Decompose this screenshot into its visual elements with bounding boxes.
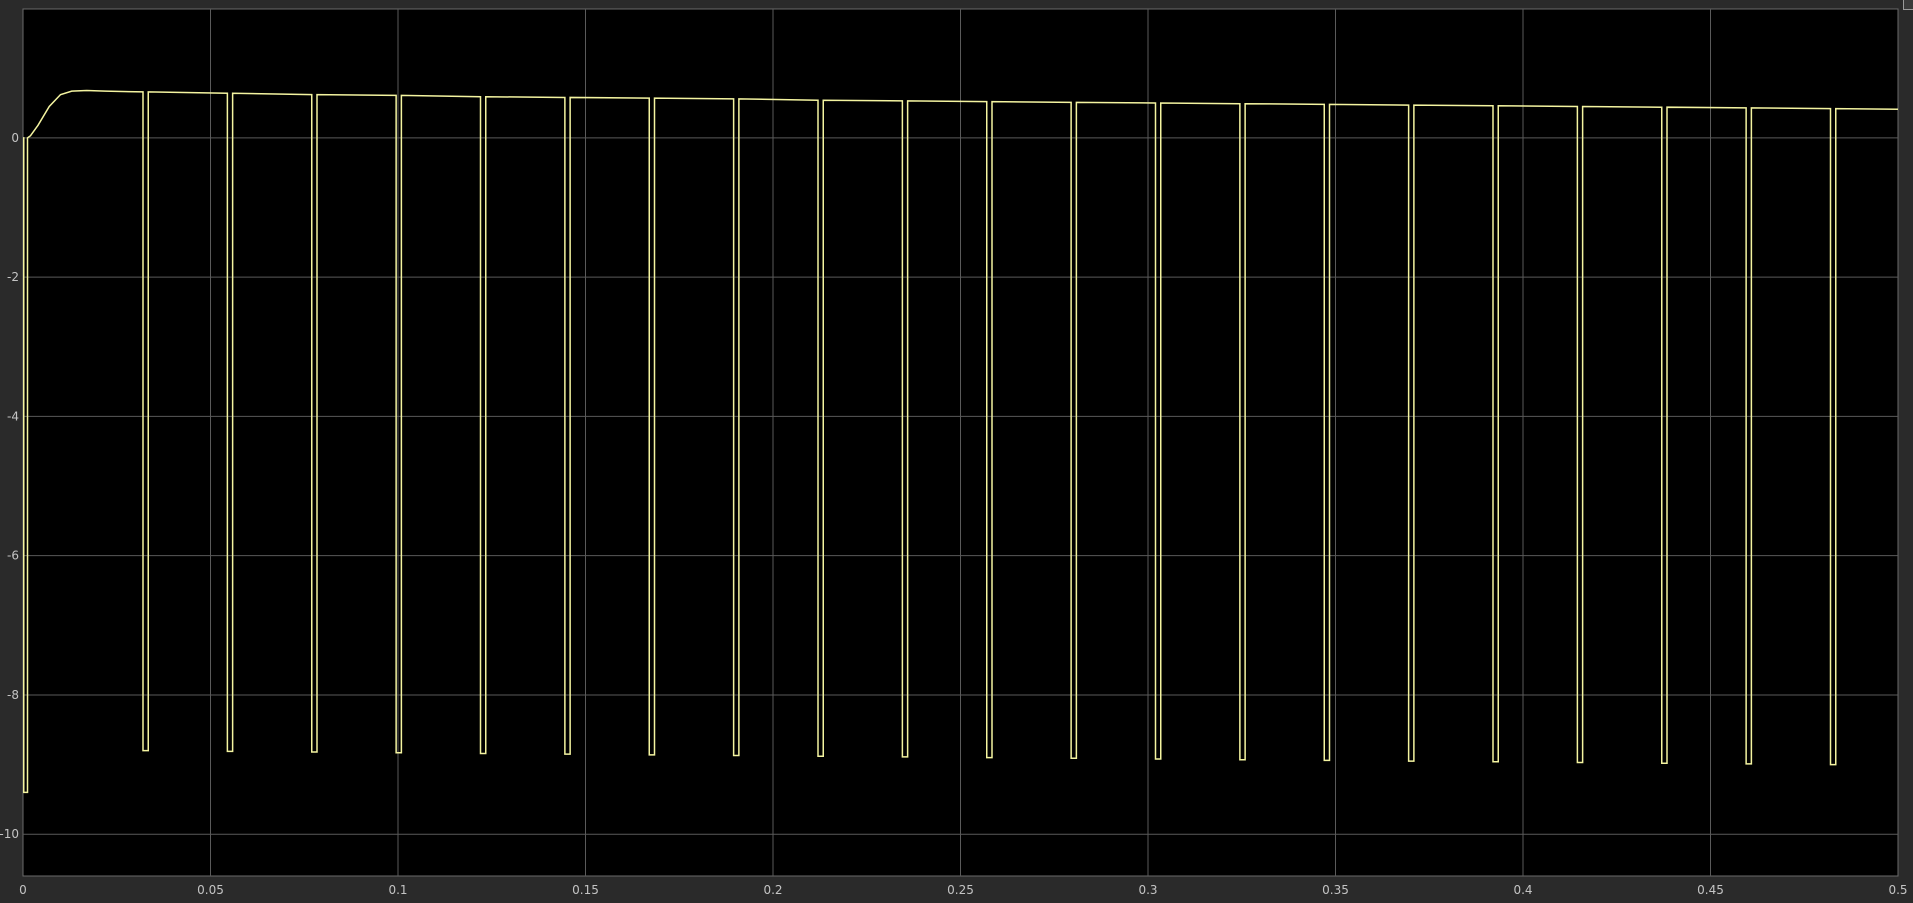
- x-tick-label: 0.2: [763, 883, 782, 897]
- x-tick-label: 0.1: [388, 883, 407, 897]
- chart-svg: 0 0.05 0.1 0.15 0.2 0.25 0.3 0.35 0.4 0.45 0.5 0 -2…: [0, 8, 1908, 897]
- scope-figure: 0 0.05 0.1 0.15 0.2 0.25 0.3 0.35 0.4 0.45 0.5 0 -2…: [0, 0, 1913, 903]
- x-tick-label: 0.25: [947, 883, 974, 897]
- x-tick-label: 0.5: [1888, 883, 1907, 897]
- x-tick-label: 0.05: [197, 883, 224, 897]
- y-tick-label: 0: [11, 131, 19, 145]
- x-tick-label: 0.15: [572, 883, 599, 897]
- y-tick-label: -4: [7, 409, 19, 423]
- x-tick-label: 0.4: [1513, 883, 1532, 897]
- y-tick-label: -8: [7, 688, 19, 702]
- x-tick-label: 0.45: [1697, 883, 1724, 897]
- y-tick-label: -10: [0, 827, 19, 841]
- x-axis-tick-labels: 0 0.05 0.1 0.15 0.2 0.25 0.3 0.35 0.4 0.45 0.5: [19, 883, 1907, 897]
- resize-handle-icon[interactable]: [1903, 0, 1913, 10]
- y-axis-tick-labels: 0 -2 -4 -6 -8 -10: [0, 131, 19, 841]
- x-tick-label: 0.3: [1138, 883, 1157, 897]
- y-tick-label: -2: [7, 270, 19, 284]
- x-tick-label: 0: [19, 883, 27, 897]
- y-tick-label: -6: [7, 549, 19, 563]
- x-tick-label: 0.35: [1322, 883, 1349, 897]
